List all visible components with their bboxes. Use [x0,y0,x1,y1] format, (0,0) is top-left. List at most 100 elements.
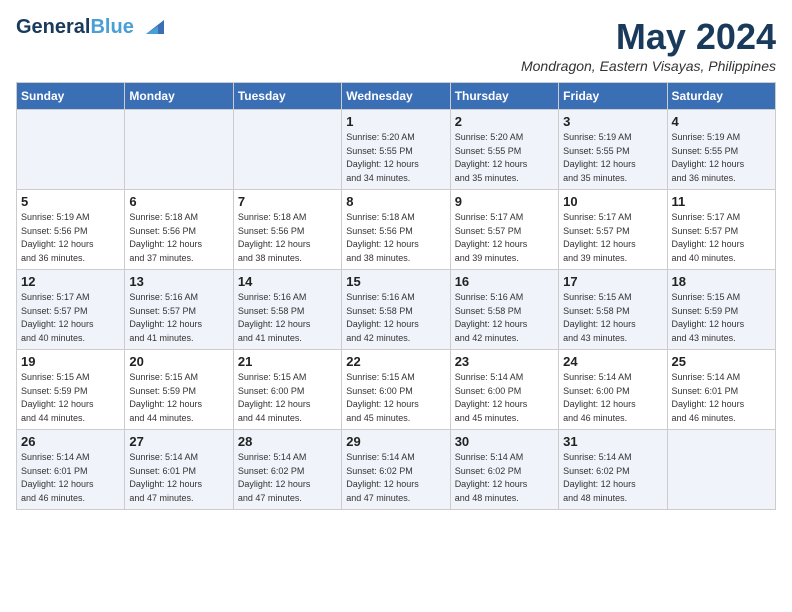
day-cell: 29Sunrise: 5:14 AM Sunset: 6:02 PM Dayli… [342,430,450,510]
day-cell: 17 Sunrise: 5:15 AM Sunset: 5:58 PM Dayli… [559,270,667,350]
day-info: Sunrise: 5:14 AM Sunset: 6:02 PM Dayligh… [563,451,662,505]
day-info: Sunrise: 5:18 AM Sunset: 5:56 PM Dayligh… [129,211,228,265]
day-info: Sunrise: 5:14 AM Sunset: 6:00 PM Dayligh… [563,371,662,425]
day-cell: 19Sunrise: 5:15 AM Sunset: 5:59 PM Dayli… [17,350,125,430]
day-info: Sunrise: 5:16 AM Sunset: 5:57 PM Dayligh… [129,291,228,345]
day-info: Sunrise: 5:19 AM Sunset: 5:55 PM Dayligh… [563,131,662,185]
day-info: Sunrise: 5:18 AM Sunset: 5:56 PM Dayligh… [238,211,337,265]
day-number: 23 [455,354,554,369]
day-cell: 27 Sunrise: 5:14 AM Sunset: 6:01 PM Dayli… [125,430,233,510]
day-cell: 8 Sunrise: 5:18 AM Sunset: 5:56 PM Daylig… [342,190,450,270]
day-info: Sunrise: 5:15 AM Sunset: 5:59 PM Dayligh… [129,371,228,425]
day-cell: 24Sunrise: 5:14 AM Sunset: 6:00 PM Dayli… [559,350,667,430]
day-info: Sunrise: 5:18 AM Sunset: 5:56 PM Dayligh… [346,211,445,265]
day-number: 28 [238,434,337,449]
day-number: 16 [455,274,554,289]
day-cell: 21 Sunrise: 5:15 AM Sunset: 6:00 PM Dayli… [233,350,341,430]
day-cell: 1Sunrise: 5:20 AM Sunset: 5:55 PM Daylig… [342,110,450,190]
week-row-1: 1Sunrise: 5:20 AM Sunset: 5:55 PM Daylig… [17,110,776,190]
col-header-saturday: Saturday [667,83,775,110]
day-cell: 4 Sunrise: 5:19 AM Sunset: 5:55 PM Daylig… [667,110,775,190]
day-cell: 7Sunrise: 5:18 AM Sunset: 5:56 PM Daylig… [233,190,341,270]
day-info: Sunrise: 5:17 AM Sunset: 5:57 PM Dayligh… [455,211,554,265]
day-info: Sunrise: 5:17 AM Sunset: 5:57 PM Dayligh… [563,211,662,265]
day-number: 21 [238,354,337,369]
col-header-friday: Friday [559,83,667,110]
day-cell: 15 Sunrise: 5:16 AM Sunset: 5:58 PM Dayli… [342,270,450,350]
day-cell: 12Sunrise: 5:17 AM Sunset: 5:57 PM Dayli… [17,270,125,350]
day-number: 22 [346,354,445,369]
day-info: Sunrise: 5:14 AM Sunset: 6:01 PM Dayligh… [129,451,228,505]
day-number: 29 [346,434,445,449]
day-cell: 6Sunrise: 5:18 AM Sunset: 5:56 PM Daylig… [125,190,233,270]
col-header-tuesday: Tuesday [233,83,341,110]
day-cell: 25 Sunrise: 5:14 AM Sunset: 6:01 PM Dayli… [667,350,775,430]
day-cell [667,430,775,510]
day-cell: 10Sunrise: 5:17 AM Sunset: 5:57 PM Dayli… [559,190,667,270]
day-number: 5 [21,194,120,209]
day-number: 13 [129,274,228,289]
day-cell: 5 Sunrise: 5:19 AM Sunset: 5:56 PM Daylig… [17,190,125,270]
day-cell: 22Sunrise: 5:15 AM Sunset: 6:00 PM Dayli… [342,350,450,430]
day-info: Sunrise: 5:16 AM Sunset: 5:58 PM Dayligh… [346,291,445,345]
day-info: Sunrise: 5:15 AM Sunset: 5:59 PM Dayligh… [672,291,771,345]
day-cell: 2 Sunrise: 5:20 AM Sunset: 5:55 PM Daylig… [450,110,558,190]
day-info: Sunrise: 5:20 AM Sunset: 5:55 PM Dayligh… [346,131,445,185]
day-number: 17 [563,274,662,289]
day-cell: 18 Sunrise: 5:15 AM Sunset: 5:59 PM Dayli… [667,270,775,350]
day-cell: 14 Sunrise: 5:16 AM Sunset: 5:58 PM Dayli… [233,270,341,350]
day-info: Sunrise: 5:14 AM Sunset: 6:02 PM Dayligh… [238,451,337,505]
logo: GeneralBlue [16,16,164,38]
day-info: Sunrise: 5:14 AM Sunset: 6:01 PM Dayligh… [21,451,120,505]
day-info: Sunrise: 5:20 AM Sunset: 5:55 PM Dayligh… [455,131,554,185]
day-cell: 23 Sunrise: 5:14 AM Sunset: 6:00 PM Dayli… [450,350,558,430]
header-row: SundayMondayTuesdayWednesdayThursdayFrid… [17,83,776,110]
day-number: 8 [346,194,445,209]
month-title: May 2024 [521,16,776,58]
logo-icon [136,16,164,38]
day-cell: 3Sunrise: 5:19 AM Sunset: 5:55 PM Daylig… [559,110,667,190]
day-number: 14 [238,274,337,289]
day-cell: 26Sunrise: 5:14 AM Sunset: 6:01 PM Dayli… [17,430,125,510]
day-number: 2 [455,114,554,129]
day-cell: 13 Sunrise: 5:16 AM Sunset: 5:57 PM Dayli… [125,270,233,350]
day-info: Sunrise: 5:14 AM Sunset: 6:01 PM Dayligh… [672,371,771,425]
header: GeneralBlue May 2024 Mondragon, Eastern … [16,16,776,74]
day-cell: 16 Sunrise: 5:16 AM Sunset: 5:58 PM Dayli… [450,270,558,350]
day-info: Sunrise: 5:17 AM Sunset: 5:57 PM Dayligh… [672,211,771,265]
day-cell [125,110,233,190]
day-number: 27 [129,434,228,449]
day-number: 18 [672,274,771,289]
week-row-4: 19Sunrise: 5:15 AM Sunset: 5:59 PM Dayli… [17,350,776,430]
week-row-5: 26Sunrise: 5:14 AM Sunset: 6:01 PM Dayli… [17,430,776,510]
day-number: 9 [455,194,554,209]
day-info: Sunrise: 5:19 AM Sunset: 5:56 PM Dayligh… [21,211,120,265]
day-info: Sunrise: 5:16 AM Sunset: 5:58 PM Dayligh… [238,291,337,345]
week-row-3: 12Sunrise: 5:17 AM Sunset: 5:57 PM Dayli… [17,270,776,350]
day-number: 4 [672,114,771,129]
day-number: 25 [672,354,771,369]
day-cell: 30 Sunrise: 5:14 AM Sunset: 6:02 PM Dayli… [450,430,558,510]
week-row-2: 5 Sunrise: 5:19 AM Sunset: 5:56 PM Daylig… [17,190,776,270]
day-number: 31 [563,434,662,449]
logo-blue: Blue [90,16,133,38]
day-cell: 31 Sunrise: 5:14 AM Sunset: 6:02 PM Dayli… [559,430,667,510]
col-header-wednesday: Wednesday [342,83,450,110]
day-info: Sunrise: 5:19 AM Sunset: 5:55 PM Dayligh… [672,131,771,185]
day-cell: 20 Sunrise: 5:15 AM Sunset: 5:59 PM Dayli… [125,350,233,430]
day-cell: 28 Sunrise: 5:14 AM Sunset: 6:02 PM Dayli… [233,430,341,510]
day-number: 20 [129,354,228,369]
day-info: Sunrise: 5:14 AM Sunset: 6:02 PM Dayligh… [455,451,554,505]
col-header-monday: Monday [125,83,233,110]
day-info: Sunrise: 5:16 AM Sunset: 5:58 PM Dayligh… [455,291,554,345]
calendar-table: SundayMondayTuesdayWednesdayThursdayFrid… [16,82,776,510]
day-number: 11 [672,194,771,209]
day-info: Sunrise: 5:15 AM Sunset: 5:58 PM Dayligh… [563,291,662,345]
day-info: Sunrise: 5:17 AM Sunset: 5:57 PM Dayligh… [21,291,120,345]
day-number: 15 [346,274,445,289]
day-info: Sunrise: 5:15 AM Sunset: 6:00 PM Dayligh… [238,371,337,425]
col-header-sunday: Sunday [17,83,125,110]
title-area: May 2024 Mondragon, Eastern Visayas, Phi… [521,16,776,74]
day-number: 30 [455,434,554,449]
day-info: Sunrise: 5:14 AM Sunset: 6:00 PM Dayligh… [455,371,554,425]
